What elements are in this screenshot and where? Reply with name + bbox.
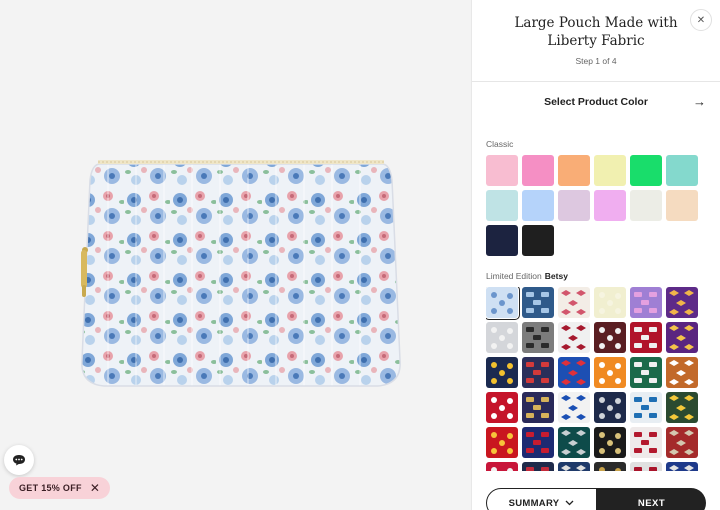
pattern-swatch[interactable] — [594, 392, 626, 423]
pattern-swatch[interactable] — [486, 427, 518, 458]
pattern-swatch[interactable] — [558, 287, 590, 318]
pattern-swatch[interactable] — [558, 392, 590, 423]
limited-swatch-grid — [486, 287, 702, 471]
classic-color-swatch[interactable] — [486, 190, 518, 221]
classic-swatch-grid — [486, 155, 702, 256]
selected-pattern-name: Betsy — [544, 271, 568, 281]
next-button[interactable]: NEXT — [597, 488, 706, 510]
pattern-swatch[interactable] — [594, 287, 626, 318]
footer-actions: SUMMARY NEXT — [486, 488, 706, 510]
pattern-swatch[interactable] — [594, 462, 626, 471]
classic-color-swatch[interactable] — [522, 155, 554, 186]
pattern-swatch[interactable] — [522, 322, 554, 353]
summary-label: SUMMARY — [508, 497, 560, 509]
pattern-swatch[interactable] — [666, 427, 698, 458]
classic-color-swatch[interactable] — [594, 155, 626, 186]
pattern-swatch[interactable] — [630, 287, 662, 318]
pattern-swatch[interactable] — [630, 462, 662, 471]
pattern-swatch[interactable] — [666, 462, 698, 471]
pattern-swatch[interactable] — [522, 287, 554, 318]
classic-color-swatch[interactable] — [630, 155, 662, 186]
pattern-swatch[interactable] — [522, 462, 554, 471]
classic-color-swatch[interactable] — [558, 155, 590, 186]
classic-color-swatch[interactable] — [486, 155, 518, 186]
floral-pouch-illustration — [81, 160, 401, 387]
classic-color-swatch[interactable] — [630, 190, 662, 221]
classic-color-swatch[interactable] — [486, 225, 518, 256]
pattern-swatch[interactable] — [486, 322, 518, 353]
summary-button[interactable]: SUMMARY — [486, 488, 597, 510]
classic-color-swatch[interactable] — [594, 190, 626, 221]
configurator-panel: Large Pouch Made with Liberty Fabric Ste… — [471, 0, 720, 510]
section-title: Select Product Color — [544, 96, 648, 108]
pattern-swatch[interactable] — [594, 357, 626, 388]
close-button[interactable]: ✕ — [690, 9, 712, 31]
pattern-swatch[interactable] — [666, 392, 698, 423]
close-icon[interactable]: ✕ — [90, 482, 100, 494]
pattern-swatch[interactable] — [666, 322, 698, 353]
classic-label-text: Classic — [486, 139, 514, 149]
arrow-right-icon[interactable]: → — [693, 94, 706, 109]
classic-color-swatch[interactable] — [666, 190, 698, 221]
limited-label: Limited Edition Betsy — [486, 271, 568, 281]
step-indicator: Step 1 of 4 — [575, 56, 617, 66]
chevron-down-icon — [565, 500, 574, 506]
pattern-swatch[interactable] — [630, 357, 662, 388]
select-color-row[interactable]: Select Product Color → — [472, 94, 720, 136]
pattern-swatch[interactable] — [558, 427, 590, 458]
pattern-swatch[interactable] — [522, 357, 554, 388]
product-image-area: GET 15% OFF ✕ — [0, 0, 471, 510]
discount-promo-pill[interactable]: GET 15% OFF ✕ — [9, 477, 110, 499]
classic-label: Classic — [486, 139, 513, 149]
next-label: NEXT — [637, 497, 666, 509]
pattern-swatch[interactable] — [522, 392, 554, 423]
pattern-swatch[interactable] — [594, 322, 626, 353]
pattern-swatch[interactable] — [594, 427, 626, 458]
discount-label: GET 15% OFF — [19, 483, 82, 493]
classic-color-swatch[interactable] — [522, 225, 554, 256]
close-icon: ✕ — [696, 14, 706, 26]
classic-color-swatch[interactable] — [666, 155, 698, 186]
classic-color-swatch[interactable] — [522, 190, 554, 221]
pattern-swatch[interactable] — [486, 462, 518, 471]
pattern-swatch[interactable] — [558, 462, 590, 471]
product-title: Large Pouch Made with Liberty Fabric — [514, 15, 678, 49]
pattern-swatch[interactable] — [630, 322, 662, 353]
pattern-swatch[interactable] — [666, 287, 698, 318]
pattern-swatch[interactable] — [630, 392, 662, 423]
pattern-swatch[interactable] — [558, 357, 590, 388]
pattern-swatch[interactable] — [486, 287, 520, 320]
chat-button[interactable] — [4, 445, 34, 475]
chat-bubble-icon — [13, 455, 25, 466]
product-image — [78, 150, 403, 390]
pattern-swatch[interactable] — [558, 322, 590, 353]
panel-header: Large Pouch Made with Liberty Fabric Ste… — [472, 0, 720, 82]
classic-color-swatch[interactable] — [558, 190, 590, 221]
pattern-swatch[interactable] — [666, 357, 698, 388]
pattern-swatch[interactable] — [630, 427, 662, 458]
pattern-swatch[interactable] — [522, 427, 554, 458]
pattern-swatch[interactable] — [486, 357, 518, 388]
limited-label-text: Limited Edition — [486, 271, 542, 281]
pattern-swatch[interactable] — [486, 392, 518, 423]
